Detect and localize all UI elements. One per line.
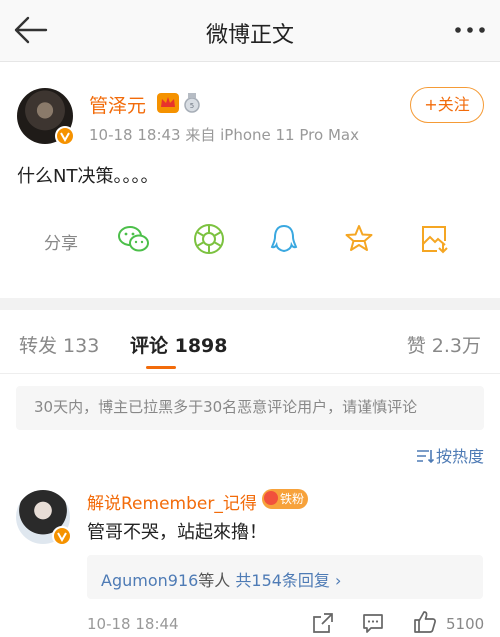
tab-like[interactable]: 赞 2.3万 <box>407 331 481 358</box>
like-thumb-icon[interactable] <box>413 610 437 634</box>
share-label: 分享 <box>44 234 78 254</box>
page-title: 微博正文 <box>205 23 294 48</box>
more-options-icon[interactable] <box>452 18 488 42</box>
interaction-tabs: 转发 133 评论 1898 赞 2.3万 <box>0 310 500 374</box>
active-tab-indicator <box>146 366 176 369</box>
replies-summary[interactable]: Agumon916等人 共154条回复 › <box>87 555 483 599</box>
comment-time: 10-18 18:44 <box>87 615 179 633</box>
wechat-icon[interactable] <box>117 222 151 256</box>
like-count: 5100 <box>446 615 485 633</box>
replies-mid-text: 等人 <box>198 571 236 590</box>
post-content: 什么NT决策。。。。 <box>17 166 159 187</box>
tab-repost[interactable]: 转发 133 <box>19 331 99 358</box>
top-navigation-bar: 微博正文 <box>0 0 500 62</box>
commenter-name[interactable]: 解说Remember_记得 <box>87 489 257 514</box>
author-name[interactable]: 管泽元 <box>89 91 146 118</box>
comment-icon[interactable] <box>362 612 384 634</box>
sort-icon <box>416 450 434 463</box>
iron-fan-badge: 铁粉 <box>262 489 309 509</box>
fans-badge-label: 铁粉 <box>280 492 305 506</box>
share-icon[interactable] <box>312 612 334 634</box>
favorite-star-icon[interactable] <box>342 222 376 256</box>
comment-notice: 30天内，博主已拉黑多于30名恶意评论用户，请谨慎评论 <box>16 386 484 430</box>
heart-icon <box>264 491 278 505</box>
replies-count-link[interactable]: 共154条回复 › <box>235 571 341 590</box>
commenter-avatar[interactable] <box>16 490 72 546</box>
sort-label: 按热度 <box>435 447 484 466</box>
replies-user[interactable]: Agumon916 <box>101 571 198 590</box>
verified-v-icon <box>52 526 72 546</box>
medal-icon: 5 <box>184 93 200 113</box>
sort-by-hot-button[interactable]: 按热度 <box>416 443 484 467</box>
save-image-icon[interactable] <box>417 222 451 256</box>
author-avatar[interactable] <box>17 88 75 146</box>
crown-member-icon <box>157 93 179 113</box>
tab-comment[interactable]: 评论 1898 <box>130 331 228 358</box>
comment-text: 管哥不哭，站起來擼！ <box>87 522 267 543</box>
qq-icon[interactable] <box>267 222 301 256</box>
svg-text:5: 5 <box>190 102 194 110</box>
section-divider <box>0 298 500 310</box>
moments-icon[interactable] <box>192 222 226 256</box>
weibo-post: 管泽元 5 10-18 18:43 来自 iPhone 11 Pro Max +… <box>0 62 500 298</box>
follow-button[interactable]: +关注 <box>410 87 484 123</box>
post-meta: 10-18 18:43 来自 iPhone 11 Pro Max <box>89 126 359 144</box>
verified-v-icon <box>55 126 75 146</box>
